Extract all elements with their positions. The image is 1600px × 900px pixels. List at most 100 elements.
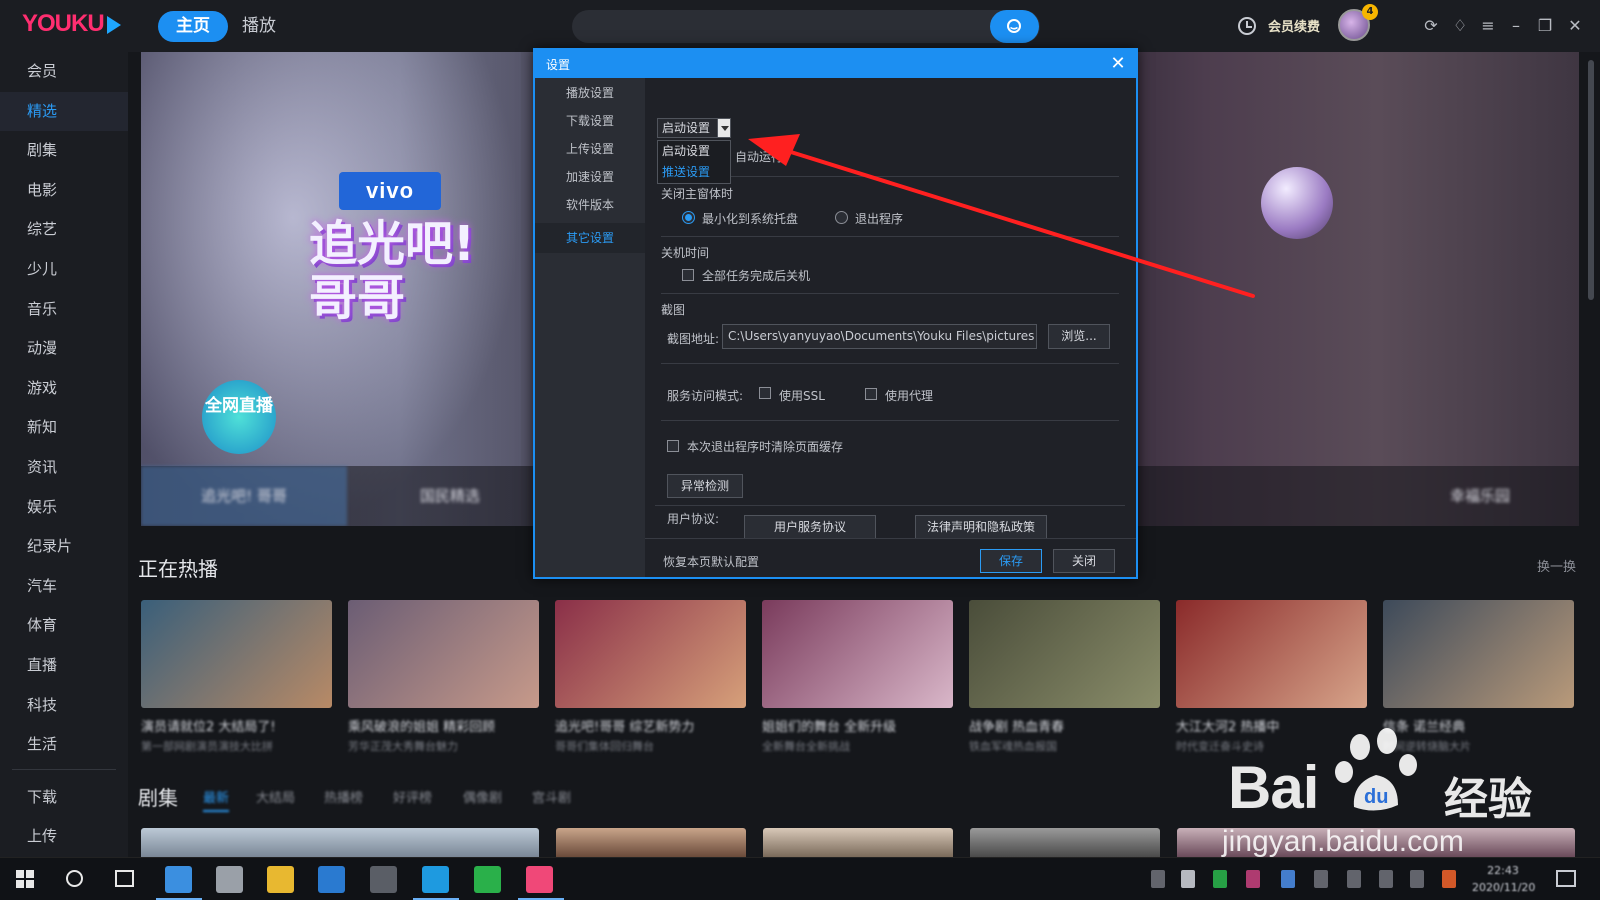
menu-icon[interactable]: ≡ [1478,16,1498,36]
edge-icon[interactable] [165,866,192,893]
sidebar-item[interactable]: 纪录片 [0,527,128,567]
drama-card[interactable] [763,828,953,857]
drama-tab[interactable]: 偶像剧 [463,787,502,806]
sidebar-item[interactable]: 电影 [0,171,128,211]
proxy-checkbox[interactable] [865,388,877,400]
video-card-thumbnail[interactable] [762,600,953,708]
tray-network-icon[interactable] [1347,870,1361,888]
refresh-link[interactable]: 换一换 [1537,556,1576,575]
sidebar-item[interactable]: 剧集 [0,131,128,171]
sidebar-item[interactable]: 娱乐 [0,488,128,528]
tray-bluetooth-icon[interactable] [1281,870,1295,888]
video-card-thumbnail[interactable] [969,600,1160,708]
nav-play-button[interactable]: 播放 [224,11,294,42]
drama-card[interactable] [556,828,746,857]
dialog-close-icon[interactable]: ✕ [1107,53,1129,75]
video-card-thumbnail[interactable] [555,600,746,708]
wechat-icon[interactable] [474,866,501,893]
sidebar-item[interactable]: 体育 [0,606,128,646]
hero-strip-item[interactable]: 追光吧! 哥哥 [141,466,347,526]
tray-app-icon[interactable] [1246,870,1260,888]
sidebar-item[interactable]: 直播 [0,646,128,686]
app-icon[interactable] [422,866,449,893]
screenshot-path-field[interactable]: C:\Users\yanyuyao\Documents\Youku Files\… [722,324,1037,349]
sidebar-item[interactable]: 新知 [0,408,128,448]
tray-chevron-icon[interactable] [1151,870,1165,888]
sidebar-item[interactable]: 综艺 [0,210,128,250]
cortana-icon[interactable] [66,870,83,887]
tray-volume-icon[interactable] [1379,870,1393,888]
exit-radio[interactable] [835,211,848,224]
settings-category-select[interactable]: 启动设置 [657,118,731,138]
drama-card[interactable] [1177,828,1575,857]
video-card-title[interactable]: 乘风破浪的姐姐 精彩回顾 [348,716,539,735]
tray-mic-icon[interactable] [1181,870,1195,888]
dialog-titlebar[interactable]: 设置 ✕ [535,50,1136,78]
video-card-thumbnail[interactable] [141,600,332,708]
drama-tab[interactable]: 最新 [203,787,230,812]
search-input[interactable] [572,10,1040,43]
sidebar-item[interactable]: 资讯 [0,448,128,488]
drama-tab[interactable]: 大结局 [256,787,295,806]
video-card-title[interactable]: 演员请就位2 大结局了! [141,716,332,735]
restore-defaults-link[interactable]: 恢复本页默认配置 [663,553,759,570]
sidebar-item[interactable]: 游戏 [0,369,128,409]
dialog-nav-item[interactable]: 加速设置 [535,163,645,191]
user-agreement-button[interactable]: 用户服务协议 [744,515,876,539]
dialog-nav-item[interactable]: 上传设置 [535,135,645,163]
close-button[interactable]: 关闭 [1053,549,1115,573]
minimize-icon[interactable]: – [1506,16,1526,36]
nav-home-button[interactable]: 主页 [158,11,228,42]
video-card-title[interactable]: 战争剧 热血青春 [969,716,1160,735]
app-icon[interactable] [370,866,397,893]
window-close-icon[interactable]: ✕ [1565,16,1585,36]
sidebar-item[interactable]: 科技 [0,686,128,726]
video-card-thumbnail[interactable] [1176,600,1367,708]
vip-renew-link[interactable]: 会员续费 [1268,16,1320,35]
taskbar-clock[interactable]: 22:43 2020/11/20 [1472,862,1535,896]
clear-cache-checkbox[interactable] [667,440,679,452]
main-scrollbar[interactable] [1588,60,1594,300]
settings-app-icon[interactable] [216,866,243,893]
tray-battery-icon[interactable] [1314,870,1328,888]
sidebar-item[interactable]: 动漫 [0,329,128,369]
video-card-title[interactable]: 信条 诺兰经典 [1383,716,1574,735]
notification-icon[interactable] [1556,870,1576,887]
video-card-thumbnail[interactable] [348,600,539,708]
sidebar-item[interactable]: 上传 [0,817,128,857]
ssl-checkbox[interactable] [759,387,771,399]
youku-app-icon[interactable] [526,866,553,893]
search-button[interactable] [990,10,1039,43]
mail-icon[interactable] [318,866,345,893]
skin-icon[interactable]: ♢ [1450,16,1470,36]
history-icon[interactable] [1238,17,1256,35]
maximize-icon[interactable]: ❐ [1535,16,1555,36]
video-card-thumbnail[interactable] [1383,600,1574,708]
shutdown-checkbox[interactable] [682,269,694,281]
dialog-nav-item[interactable]: 下载设置 [535,107,645,135]
youku-logo[interactable]: YOUKU [22,10,121,38]
task-view-icon[interactable] [115,870,134,887]
tray-app-icon[interactable] [1410,870,1424,888]
sidebar-item[interactable]: 生活 [0,725,128,765]
video-card-title[interactable]: 大江大河2 热播中 [1176,716,1367,735]
sidebar-item[interactable]: 音乐 [0,290,128,330]
windows-start-icon[interactable] [16,870,34,888]
dropdown-item-push[interactable]: 推送设置 [658,162,730,183]
save-button[interactable]: 保存 [980,549,1042,573]
chevron-down-icon[interactable] [717,119,730,137]
drama-card[interactable] [141,828,539,857]
drama-card[interactable] [970,828,1160,857]
detect-button[interactable]: 异常检测 [667,474,743,498]
tray-wechat-icon[interactable] [1213,870,1227,888]
sidebar-item[interactable]: 精选 [0,91,128,132]
sidebar-item[interactable]: 下载 [0,778,128,818]
hero-strip-item[interactable]: 国民精选 [347,466,553,526]
sidebar-item[interactable]: 少儿 [0,250,128,290]
sidebar-item[interactable]: 会员 [0,52,128,92]
dropdown-item-startup[interactable]: 启动设置 [658,141,730,162]
privacy-policy-button[interactable]: 法律声明和隐私政策 [915,515,1047,539]
drama-tab[interactable]: 宫斗剧 [532,787,571,806]
minimize-radio[interactable] [682,211,695,224]
drama-tab[interactable]: 热播榜 [324,787,363,806]
